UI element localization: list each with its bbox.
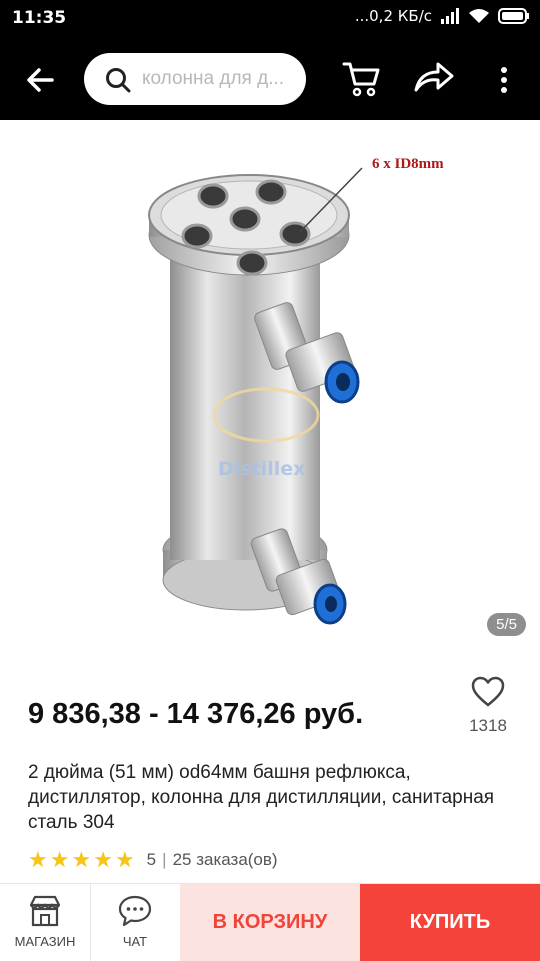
product-title: 2 дюйма (51 мм) od64мм башня рефлюкса, д…: [28, 762, 495, 833]
status-indicators: ...0,2 КБ/с: [355, 7, 530, 25]
wifi-icon: [469, 9, 489, 23]
wishlist-count: 1318: [469, 716, 507, 735]
image-watermark: Distillex: [218, 458, 306, 480]
cart-icon: [342, 62, 380, 97]
chat-label: ЧАТ: [122, 934, 148, 949]
share-button[interactable]: [410, 56, 456, 100]
orders-count: 25 заказа(ов): [172, 850, 278, 869]
image-counter-badge: 5/5: [487, 613, 526, 636]
bottom-action-bar: МАГАЗИН ЧАТ В КОРЗИНУ КУПИТЬ: [0, 883, 540, 961]
back-button[interactable]: [18, 58, 62, 102]
more-options-button[interactable]: [490, 58, 518, 102]
add-to-cart-button[interactable]: В КОРЗИНУ: [180, 884, 360, 961]
buy-now-button[interactable]: КУПИТЬ: [360, 884, 540, 961]
share-icon: [414, 62, 454, 92]
star-icon: ★: [114, 847, 135, 872]
star-icon: ★: [28, 847, 48, 872]
star-icon: ★: [93, 847, 113, 872]
rating-row[interactable]: ★ ★ ★ ★ ★ 5 | 25 заказа(ов): [28, 848, 278, 872]
image-annotation-text: 6 x ID8mm: [372, 156, 444, 172]
status-time: 11:35: [12, 8, 67, 28]
heart-icon: [471, 676, 505, 707]
rating-stars: ★ ★ ★ ★ ★: [28, 849, 135, 871]
chat-button[interactable]: ЧАТ: [90, 884, 180, 961]
product-image: [148, 167, 363, 625]
star-icon: ★: [49, 847, 70, 872]
rating-separator: |: [162, 850, 167, 869]
back-arrow-icon: [27, 68, 54, 92]
store-icon: [29, 895, 61, 927]
status-bar: 11:35 ...0,2 КБ/с: [0, 0, 540, 36]
product-price: 9 836,38 - 14 376,26 руб.: [28, 698, 364, 730]
cart-button[interactable]: [340, 56, 384, 100]
chat-icon: [118, 895, 152, 927]
store-button[interactable]: МАГАЗИН: [0, 884, 91, 961]
battery-icon: [498, 8, 529, 24]
more-vert-icon: [501, 67, 507, 93]
top-bar: колонна для д...: [0, 36, 540, 120]
product-image-gallery[interactable]: 6 x ID8mm Distillex 5/5: [0, 120, 540, 650]
store-label: МАГАЗИН: [14, 934, 76, 949]
network-speed: ...0,2 КБ/с: [354, 7, 432, 25]
search-input[interactable]: колонна для д...: [84, 53, 306, 105]
search-placeholder: колонна для д...: [142, 68, 285, 89]
price-row: 9 836,38 - 14 376,26 руб. 1318: [0, 650, 540, 750]
star-icon: ★: [71, 847, 92, 872]
wishlist-button[interactable]: 1318: [458, 676, 518, 748]
signal-icon: [441, 8, 459, 24]
rating-value: 5: [146, 850, 157, 869]
search-icon: [106, 68, 131, 93]
